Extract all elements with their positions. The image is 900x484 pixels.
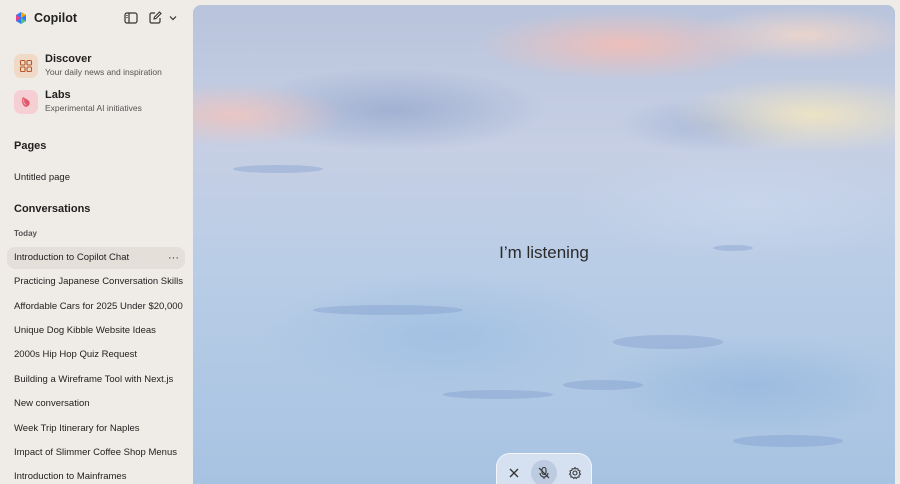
pages-heading: Pages [14,140,47,152]
conversation-item[interactable]: 2000s Hip Hop Quiz Request [7,344,185,366]
water-ripple [313,305,463,315]
copilot-logo-icon [16,12,26,24]
labs-link[interactable]: Labs Experimental AI initiatives [14,89,184,121]
conversation-title: Introduction to Copilot Chat [14,252,130,263]
conversation-item[interactable]: New conversation [7,393,185,415]
close-icon [509,468,519,478]
voice-settings-button[interactable] [562,460,588,484]
conversation-group-label: Today [14,229,37,238]
new-chat-icon[interactable] [147,10,163,26]
sidebar-toggle-icon[interactable] [123,10,139,26]
water-ripple [233,165,323,173]
conversation-item[interactable]: Introduction to Mainframes [7,466,185,484]
labs-title: Labs [45,89,71,101]
settings-gear-icon [568,466,582,480]
conversation-item[interactable]: Impact of Slimmer Coffee Shop Menus [7,442,185,464]
conversation-item[interactable]: Practicing Japanese Conversation Skills [7,271,185,293]
water-ripple [613,335,723,349]
app-title: Copilot [34,11,78,25]
conversation-item[interactable]: Building a Wireframe Tool with Next.js [7,369,185,391]
water-ripple [733,435,843,447]
conversation-item-active[interactable]: Introduction to Copilot Chat ··· [7,247,185,269]
water-ripple [563,380,643,390]
conversation-item[interactable]: Week Trip Itinerary for Naples [7,418,185,440]
voice-controls [496,453,592,484]
mute-mic-button[interactable] [531,460,557,484]
close-voice-button[interactable] [501,460,527,484]
more-options-icon[interactable]: ··· [168,247,179,269]
discover-subtitle: Your daily news and inspiration [45,67,162,77]
conversation-item[interactable]: Unique Dog Kibble Website Ideas [7,320,185,342]
labs-subtitle: Experimental AI initiatives [45,103,142,113]
labs-flask-icon [14,90,38,114]
chevron-down-icon[interactable] [167,10,179,26]
sidebar-topbar: Copilot [14,10,184,28]
discover-link[interactable]: Discover Your daily news and inspiration [14,53,184,85]
page-item[interactable]: Untitled page [7,167,185,189]
sidebar: Copilot Discover Your daily news and ins… [0,0,192,484]
voice-panel: I’m listening [193,5,895,484]
mic-muted-icon [538,466,550,479]
listening-status: I’m listening [499,243,589,262]
conversations-heading: Conversations [14,203,91,215]
discover-grid-icon [14,54,38,78]
conversation-item[interactable]: Affordable Cars for 2025 Under $20,000 [7,296,185,318]
water-ripple [443,390,553,399]
discover-title: Discover [45,53,92,65]
